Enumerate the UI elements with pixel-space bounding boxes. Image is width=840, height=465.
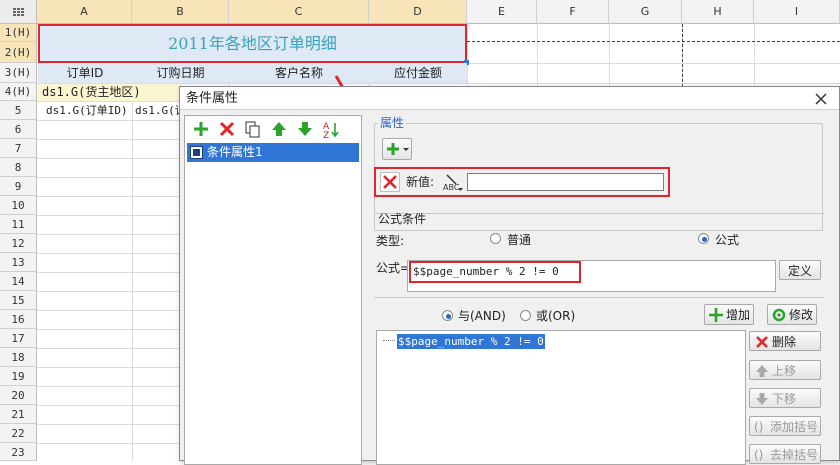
svg-text:Z: Z xyxy=(323,131,329,139)
condition-list-pane: AZ 条件属性1 xyxy=(184,115,362,465)
delete-icon xyxy=(756,336,768,348)
list-item[interactable]: 条件属性1 xyxy=(187,143,359,162)
formula-text: $$page_number % 2 != 0 xyxy=(409,261,581,283)
type-label: 类型: xyxy=(376,234,405,248)
type-formula-label[interactable]: 公式 xyxy=(715,231,739,248)
close-icon[interactable] xyxy=(812,90,830,108)
add-property-button[interactable] xyxy=(382,138,412,160)
delete-property-icon[interactable] xyxy=(380,172,400,192)
condition-tree[interactable]: $$page_number % 2 != 0 xyxy=(376,330,746,465)
delete-condition-button[interactable]: 删除 xyxy=(749,331,821,351)
move-up-button[interactable]: 上移 xyxy=(749,360,821,380)
new-value-row: 新值: ABC xyxy=(374,167,670,197)
move-down-button[interactable]: 下移 xyxy=(749,388,821,408)
add-bracket-button[interactable]: () 添加括号 xyxy=(749,416,821,436)
arrow-down-icon xyxy=(756,393,768,405)
modify-condition-button[interactable]: 修改 xyxy=(767,304,817,325)
remove-bracket-icon: () xyxy=(754,448,764,462)
new-value-input[interactable] xyxy=(467,173,664,191)
delete-icon[interactable] xyxy=(217,119,237,139)
logic-or-radio[interactable] xyxy=(520,310,531,321)
condition-item-icon xyxy=(190,146,203,159)
type-normal-label[interactable]: 普通 xyxy=(507,231,531,248)
move-up-icon[interactable] xyxy=(269,119,289,139)
dialog-title: 条件属性 xyxy=(186,91,239,106)
remove-bracket-button[interactable]: () 去掉括号 xyxy=(749,444,821,464)
svg-text:ABC: ABC xyxy=(443,183,460,192)
formula-editor[interactable]: $$page_number % 2 != 0 xyxy=(407,260,776,292)
condition-toolbar: AZ xyxy=(191,119,361,139)
formula-condition-label: 公式条件 xyxy=(378,212,427,226)
type-normal-radio[interactable] xyxy=(490,233,501,244)
arrow-up-icon xyxy=(756,365,768,377)
logic-or-label[interactable]: 或(OR) xyxy=(536,307,575,324)
abc-format-icon[interactable]: ABC xyxy=(442,173,464,193)
add-condition-button[interactable]: 增加 xyxy=(704,304,754,325)
list-item-label: 条件属性1 xyxy=(207,145,263,159)
properties-label: 属性 xyxy=(378,115,407,131)
logic-and-label[interactable]: 与(AND) xyxy=(458,307,506,324)
new-value-label: 新值: xyxy=(406,175,435,189)
condition-properties-dialog: 条件属性 AZ 条件属性1 属性 新值: ABC 公式条件 类型: 普通 公式 … xyxy=(179,86,840,465)
sort-icon[interactable]: AZ xyxy=(321,119,341,139)
add-icon xyxy=(709,308,723,322)
copy-icon[interactable] xyxy=(243,119,263,139)
condition-tree-item[interactable]: $$page_number % 2 != 0 xyxy=(397,334,545,349)
bracket-icon: () xyxy=(754,420,764,434)
formula-label: 公式= xyxy=(376,261,411,275)
logic-and-radio[interactable] xyxy=(442,310,453,321)
gear-icon xyxy=(772,308,786,322)
type-formula-radio[interactable] xyxy=(698,233,709,244)
properties-pane: 属性 新值: ABC 公式条件 类型: 普通 公式 公式= $$page_num… xyxy=(368,115,833,465)
add-icon[interactable] xyxy=(191,119,211,139)
dialog-title-bar[interactable]: 条件属性 xyxy=(180,87,839,110)
move-down-icon[interactable] xyxy=(295,119,315,139)
define-button[interactable]: 定义 xyxy=(779,260,821,280)
